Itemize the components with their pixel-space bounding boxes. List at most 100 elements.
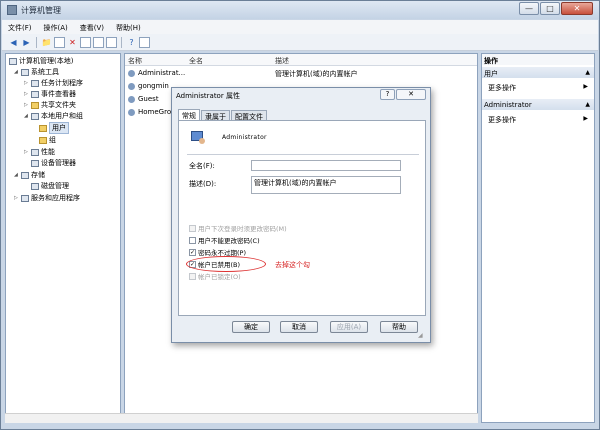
maximize-button[interactable]: □ xyxy=(540,2,560,15)
apply-button[interactable]: 应用(A) xyxy=(330,321,368,333)
close-button[interactable]: ✕ xyxy=(561,2,593,15)
column-header-fullname[interactable]: 全名 xyxy=(189,56,203,66)
submenu-arrow-icon: ▶ xyxy=(583,83,588,90)
disk-icon xyxy=(31,182,39,190)
refresh-icon[interactable] xyxy=(93,36,104,48)
menu-view[interactable]: 查看(V) xyxy=(74,20,110,34)
properties-icon[interactable] xyxy=(80,36,91,48)
actions-pane: 操作 用户 ▲ 更多操作 ▶ Administrator ▲ 更多操作 ▶ xyxy=(481,53,595,423)
account-locked-checkbox[interactable]: 帐户已锁定(O) xyxy=(189,271,241,281)
expanded-arrow-icon[interactable]: ◢ xyxy=(24,113,31,119)
action-more-administrator[interactable]: 更多操作 ▶ xyxy=(482,113,594,124)
actions-section-users[interactable]: 用户 ▲ xyxy=(482,67,594,78)
event-log-icon xyxy=(31,90,39,98)
show-hide-tree-icon[interactable] xyxy=(54,36,65,48)
forward-arrow-icon[interactable]: ▶ xyxy=(21,37,32,48)
collapsed-arrow-icon[interactable]: ▷ xyxy=(24,80,31,86)
submenu-arrow-icon: ▶ xyxy=(583,115,588,122)
collapsed-arrow-icon[interactable]: ▷ xyxy=(14,195,21,201)
performance-icon xyxy=(31,148,39,156)
show-action-pane-icon[interactable] xyxy=(139,36,150,48)
folder-icon xyxy=(39,124,47,132)
expanded-arrow-icon[interactable]: ◢ xyxy=(14,69,21,75)
up-folder-icon[interactable]: 📁 xyxy=(41,37,52,48)
cannot-change-password-checkbox[interactable]: 用户不能更改密码(C) xyxy=(189,235,260,245)
checkmark-icon: ✓ xyxy=(189,248,196,256)
computer-management-icon xyxy=(7,5,17,15)
description-input[interactable]: 管理计算机(域)的内置帐户 xyxy=(251,176,401,194)
delete-icon[interactable]: ✕ xyxy=(67,37,78,48)
clock-icon xyxy=(31,79,39,87)
collapsed-arrow-icon[interactable]: ▷ xyxy=(24,91,31,97)
collapse-arrow-icon[interactable]: ▲ xyxy=(585,101,590,108)
tree-item-users[interactable]: 用户 xyxy=(39,122,69,134)
red-highlight-oval xyxy=(186,256,266,272)
tree-item-event-viewer[interactable]: ▷ 事件查看器 xyxy=(24,89,76,99)
resize-grip-icon[interactable]: ◢ xyxy=(418,332,428,342)
tree-item-storage[interactable]: ◢ 存储 xyxy=(14,170,45,180)
window-title: 计算机管理 xyxy=(21,6,61,15)
title-bar: 计算机管理 — □ ✕ xyxy=(1,1,599,19)
minimize-button[interactable]: — xyxy=(519,2,539,15)
fullname-label: 全名(F): xyxy=(189,162,215,170)
checkbox-box xyxy=(189,272,196,280)
user-icon xyxy=(128,96,135,103)
toolbar-separator xyxy=(36,36,37,48)
user-icon xyxy=(128,70,135,77)
checkbox-box xyxy=(189,224,196,232)
menu-help[interactable]: 帮助(H) xyxy=(110,20,147,34)
annotation-text: 去掉这个勾 xyxy=(275,261,310,269)
toolbar-separator xyxy=(121,36,122,48)
actions-header: 操作 xyxy=(482,54,594,65)
device-manager-icon xyxy=(31,159,39,167)
storage-icon xyxy=(21,171,29,179)
tree-item-performance[interactable]: ▷ 性能 xyxy=(24,147,55,157)
services-icon xyxy=(21,194,29,202)
cancel-button[interactable]: 取消 xyxy=(280,321,318,333)
tree-item-services-apps[interactable]: ▷ 服务和应用程序 xyxy=(14,193,80,203)
collapsed-arrow-icon[interactable]: ▷ xyxy=(24,102,31,108)
tree-item-system-tools[interactable]: ◢ 系统工具 xyxy=(14,67,59,77)
checkbox-box xyxy=(189,236,196,244)
dialog-title: Administrator 属性 xyxy=(176,92,240,100)
collapse-arrow-icon[interactable]: ▲ xyxy=(585,69,590,76)
computer-icon xyxy=(9,57,17,65)
actions-section-administrator[interactable]: Administrator ▲ xyxy=(482,99,594,110)
tools-icon xyxy=(21,68,29,76)
menu-file[interactable]: 文件(F) xyxy=(2,20,38,34)
tree-item-local-users-groups[interactable]: ◢ 本地用户和组 xyxy=(24,111,83,121)
account-name: Administrator xyxy=(222,134,267,141)
help-button[interactable]: 帮助 xyxy=(380,321,418,333)
list-item[interactable]: Administrat... 管理计算机(域)的内置帐户 xyxy=(125,68,477,79)
dialog-close-button[interactable]: ✕ xyxy=(396,89,426,100)
tree-item-task-scheduler[interactable]: ▷ 任务计划程序 xyxy=(24,78,83,88)
must-change-password-checkbox[interactable]: 用户下次登录时须更改密码(M) xyxy=(189,223,287,233)
list-header: 名称 全名 描述 xyxy=(125,54,477,66)
action-more-users[interactable]: 更多操作 ▶ xyxy=(482,81,594,92)
fullname-input[interactable] xyxy=(251,160,401,171)
dialog-help-button[interactable]: ? xyxy=(380,89,395,100)
tree-item-groups[interactable]: 组 xyxy=(39,135,56,145)
shared-folder-icon xyxy=(31,101,39,109)
collapsed-arrow-icon[interactable]: ▷ xyxy=(24,149,31,155)
users-icon xyxy=(31,112,39,120)
tree-item-shared-folders[interactable]: ▷ 共享文件夹 xyxy=(24,100,76,110)
back-arrow-icon[interactable]: ◀ xyxy=(8,37,19,48)
menu-action[interactable]: 操作(A) xyxy=(38,20,74,34)
console-tree: 计算机管理(本地) ◢ 系统工具 ▷ 任务计划程序 ▷ 事件查看器 ▷ 共享文件夹 ◢ 本… xyxy=(5,53,121,423)
help-icon[interactable]: ? xyxy=(126,37,137,48)
general-tab-panel: Administrator 全名(F): 描述(D): 管理计算机(域)的内置帐… xyxy=(178,120,426,316)
tree-item-device-manager[interactable]: 设备管理器 xyxy=(31,158,76,168)
user-account-icon xyxy=(191,131,207,147)
expanded-arrow-icon[interactable]: ◢ xyxy=(14,172,21,178)
column-header-description[interactable]: 描述 xyxy=(275,56,289,66)
tree-item-disk-management[interactable]: 磁盘管理 xyxy=(31,181,69,191)
column-header-name[interactable]: 名称 xyxy=(128,56,142,66)
export-list-icon[interactable] xyxy=(106,36,117,48)
user-icon xyxy=(128,83,135,90)
tree-item-root[interactable]: 计算机管理(本地) xyxy=(9,56,73,66)
description-label: 描述(D): xyxy=(189,180,217,188)
folder-icon xyxy=(39,136,47,144)
ok-button[interactable]: 确定 xyxy=(232,321,270,333)
horizontal-scrollbar[interactable] xyxy=(5,413,478,423)
